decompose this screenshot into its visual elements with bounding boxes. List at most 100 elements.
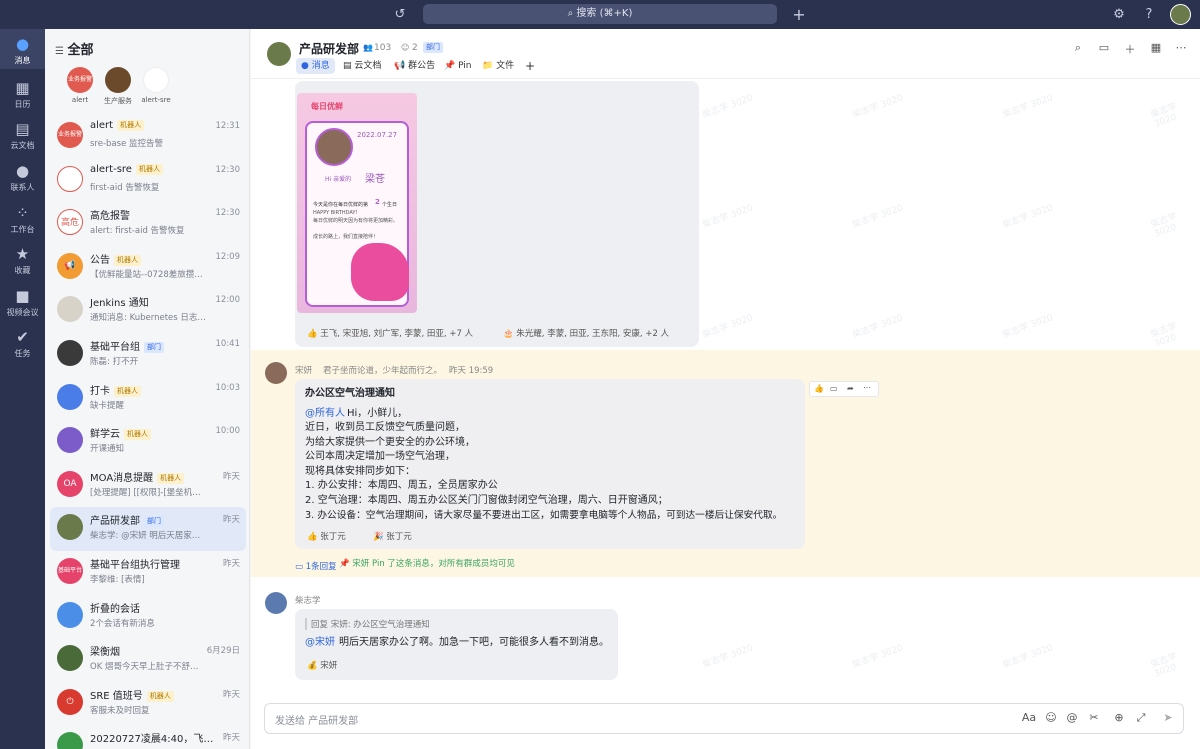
- global-search[interactable]: ⌕ 搜索 (⌘+K): [423, 4, 777, 24]
- card-greet: Hi 亲爱的: [325, 176, 352, 183]
- group-avatar: [267, 42, 291, 66]
- conversation-item[interactable]: 产品研发部 部门 柴志学: @宋妍 明后天居家… 昨天: [50, 507, 246, 552]
- scissors-icon[interactable]: ✂: [1086, 711, 1102, 724]
- conversation-name: 高危报警: [90, 207, 130, 222]
- forward-icon[interactable]: ➦: [847, 384, 854, 393]
- reply-count-link[interactable]: ▭ 1条回复: [295, 560, 337, 572]
- nav-calendar[interactable]: ▦ 日历: [0, 80, 45, 110]
- pinned-chat[interactable]: alert-sre: [131, 67, 181, 104]
- conversation-item[interactable]: 基础平台 基础平台组执行管理 李黎维: [表情] 昨天: [50, 551, 246, 595]
- name-text: 梁衡烟: [90, 647, 120, 659]
- watermark: 柴志学 3020: [1001, 93, 1055, 121]
- avatar: [57, 645, 83, 672]
- reply-icon[interactable]: ▭: [830, 384, 838, 393]
- conversation-item[interactable]: OA MOA消息提醒 机器人 [处理提醒] [[权限]-[堡垒机… 昨天: [50, 464, 246, 508]
- nav-messages[interactable]: ● 消息: [0, 29, 45, 69]
- conversation-time: 10:00: [215, 426, 241, 437]
- pinned-label: alert-sre: [141, 96, 171, 104]
- more-icon[interactable]: ⋯: [863, 383, 871, 392]
- video-call-icon[interactable]: ▭: [1096, 41, 1112, 54]
- tab-announcements[interactable]: 📢 群公告: [389, 58, 440, 74]
- search-icon[interactable]: ⌕: [1070, 41, 1086, 55]
- conversation-item[interactable]: 高危 高危报警 alert: first-aid 告警恢复 12:30: [50, 202, 246, 246]
- conversation-time: 12:30: [215, 208, 241, 219]
- conversation-tag: 机器人: [157, 472, 185, 484]
- conversation-item[interactable]: alert-sre 机器人 first-aid 告警恢复 12:30: [50, 159, 246, 203]
- nav-workbench[interactable]: ⁘ 工作台: [0, 205, 45, 235]
- conversation-name: Jenkins 通知: [90, 294, 149, 309]
- user-avatar[interactable]: [1170, 4, 1191, 25]
- card-reaction-thumbs[interactable]: 👍 王飞, 宋亚旭, 刘广军, 李蒙, 田亚, +7 人: [307, 327, 473, 339]
- watermark: 柴志学 3020: [851, 203, 905, 231]
- conversation-item[interactable]: 业务报警 alert 机器人 sre-base 监控告警 12:31: [50, 115, 246, 159]
- watermark: 柴志学 3020: [851, 313, 905, 341]
- watermark: 柴志学 3020: [1001, 313, 1055, 341]
- avatar: OA: [57, 470, 83, 497]
- name-text: SRE 值班号: [90, 690, 143, 702]
- conversation-item[interactable]: 基础平台组 部门 陈磊: 打不开 10:41: [50, 333, 246, 377]
- conversation-name: 20220727凌晨4:40，飞…: [90, 730, 213, 745]
- like-icon[interactable]: 👍: [814, 384, 824, 393]
- reaction-bag[interactable]: 💰 宋妍: [307, 659, 337, 671]
- tab-add[interactable]: +: [520, 58, 540, 74]
- nav-tasks[interactable]: ✔ 任务: [0, 329, 45, 359]
- calendar-icon[interactable]: ▦: [1148, 41, 1164, 54]
- emoji-icon[interactable]: ☺: [1043, 711, 1059, 724]
- tab-pin[interactable]: 📌 Pin: [439, 58, 477, 74]
- conversation-name: 基础平台组 部门: [90, 338, 164, 353]
- nav-docs[interactable]: ▤ 云文档: [0, 121, 45, 151]
- nav-favorites[interactable]: ★ 收藏: [0, 246, 45, 276]
- quote-block[interactable]: 回复 宋妍: 办公区空气治理通知: [305, 618, 430, 630]
- conversation-name: SRE 值班号 机器人: [90, 687, 174, 702]
- add-member-icon[interactable]: ＋: [1122, 41, 1138, 57]
- reaction-thumbs[interactable]: 👍 张丁元: [307, 530, 346, 542]
- mention-user[interactable]: @宋妍: [305, 636, 335, 651]
- more-icon[interactable]: ⋯: [1173, 41, 1189, 54]
- mention-all[interactable]: @所有人: [305, 407, 345, 422]
- name-text: Jenkins 通知: [90, 298, 149, 310]
- message-time: 昨天 19:59: [449, 366, 494, 376]
- nav-video[interactable]: ■ 视频会议: [0, 288, 45, 318]
- card-date: 2022.07.27: [357, 131, 398, 139]
- conversation-item[interactable]: 梁衡烟 OK 熠哥今天早上肚子不舒… 6月29日: [50, 638, 246, 682]
- tab-files[interactable]: 📁 文件: [477, 58, 519, 74]
- watermark: 柴志学 3020: [701, 93, 755, 121]
- nav-contacts[interactable]: ● 联系人: [0, 163, 45, 193]
- conversation-preview: 陈磊: 打不开: [90, 357, 139, 367]
- conversation-tag: 机器人: [124, 429, 151, 441]
- mention-icon[interactable]: @: [1064, 711, 1080, 724]
- calendar-icon: ▦: [15, 79, 30, 97]
- expand-icon[interactable]: ⤢: [1133, 711, 1149, 725]
- conversation-item[interactable]: Jenkins 通知 通知消息: Kubernetes 日志… 12:00: [50, 289, 246, 333]
- history-icon[interactable]: ↺: [390, 0, 410, 29]
- bot-icon: ☺: [401, 43, 410, 52]
- send-icon[interactable]: ➤: [1160, 711, 1176, 724]
- format-icon[interactable]: Aa: [1021, 711, 1037, 724]
- tab-messages[interactable]: ● 消息: [296, 58, 335, 74]
- conversation-item[interactable]: ⏻ SRE 值班号 机器人 客服未及时回复 昨天: [50, 682, 246, 726]
- add-icon[interactable]: +: [789, 0, 809, 29]
- birthday-card-image[interactable]: 每日优鲜 2022.07.27 Hi 亲爱的 梁苍 今天是你在每日优鲜的第 2 …: [297, 93, 417, 313]
- message-input[interactable]: 发送给 产品研发部 Aa ☺ @ ✂ ⊕ ⤢ ➤: [264, 703, 1184, 734]
- conversation-item[interactable]: 折叠的会话 2个会话有新消息: [50, 595, 246, 639]
- thumbs-up-icon: 👍: [307, 329, 321, 339]
- card-reaction-cake[interactable]: 🎂 朱光耀, 李蒙, 田亚, 王东阳, 安康, +2 人: [503, 327, 669, 339]
- conversation-item[interactable]: 📢 公告 机器人 【优鲜能量站--0728差旅攒… 12:09: [50, 246, 246, 290]
- name-text: 20220727凌晨4:40，飞…: [90, 734, 214, 746]
- conversation-name: 产品研发部 部门: [90, 512, 164, 528]
- plus-icon[interactable]: ⊕: [1111, 711, 1127, 724]
- conversation-preview: 客服未及时回复: [90, 705, 150, 716]
- conversation-item[interactable]: 打卡 机器人 缺卡提醒 10:03: [50, 377, 246, 421]
- conversation-preview: [处理提醒] [[权限]-[堡垒机…: [90, 487, 201, 498]
- tab-docs[interactable]: ▤ 云文档: [338, 58, 386, 74]
- list-header[interactable]: ☰ 全部: [55, 39, 93, 58]
- conversation-name: 折叠的会话: [90, 600, 140, 615]
- help-icon[interactable]: ?: [1139, 0, 1159, 29]
- card-line2: HAPPY BIRTHDAY!: [313, 210, 358, 216]
- avatar: 业务报警: [67, 67, 93, 93]
- conversation-item[interactable]: 20220727凌晨4:40，飞… 昨天: [50, 725, 246, 749]
- name-text: MOA消息提醒: [90, 472, 154, 484]
- reaction-party[interactable]: 🎉 张丁元: [373, 530, 412, 542]
- settings-icon[interactable]: ⚙: [1109, 0, 1129, 29]
- conversation-item[interactable]: 鲜学云 机器人 开课通知 10:00: [50, 420, 246, 464]
